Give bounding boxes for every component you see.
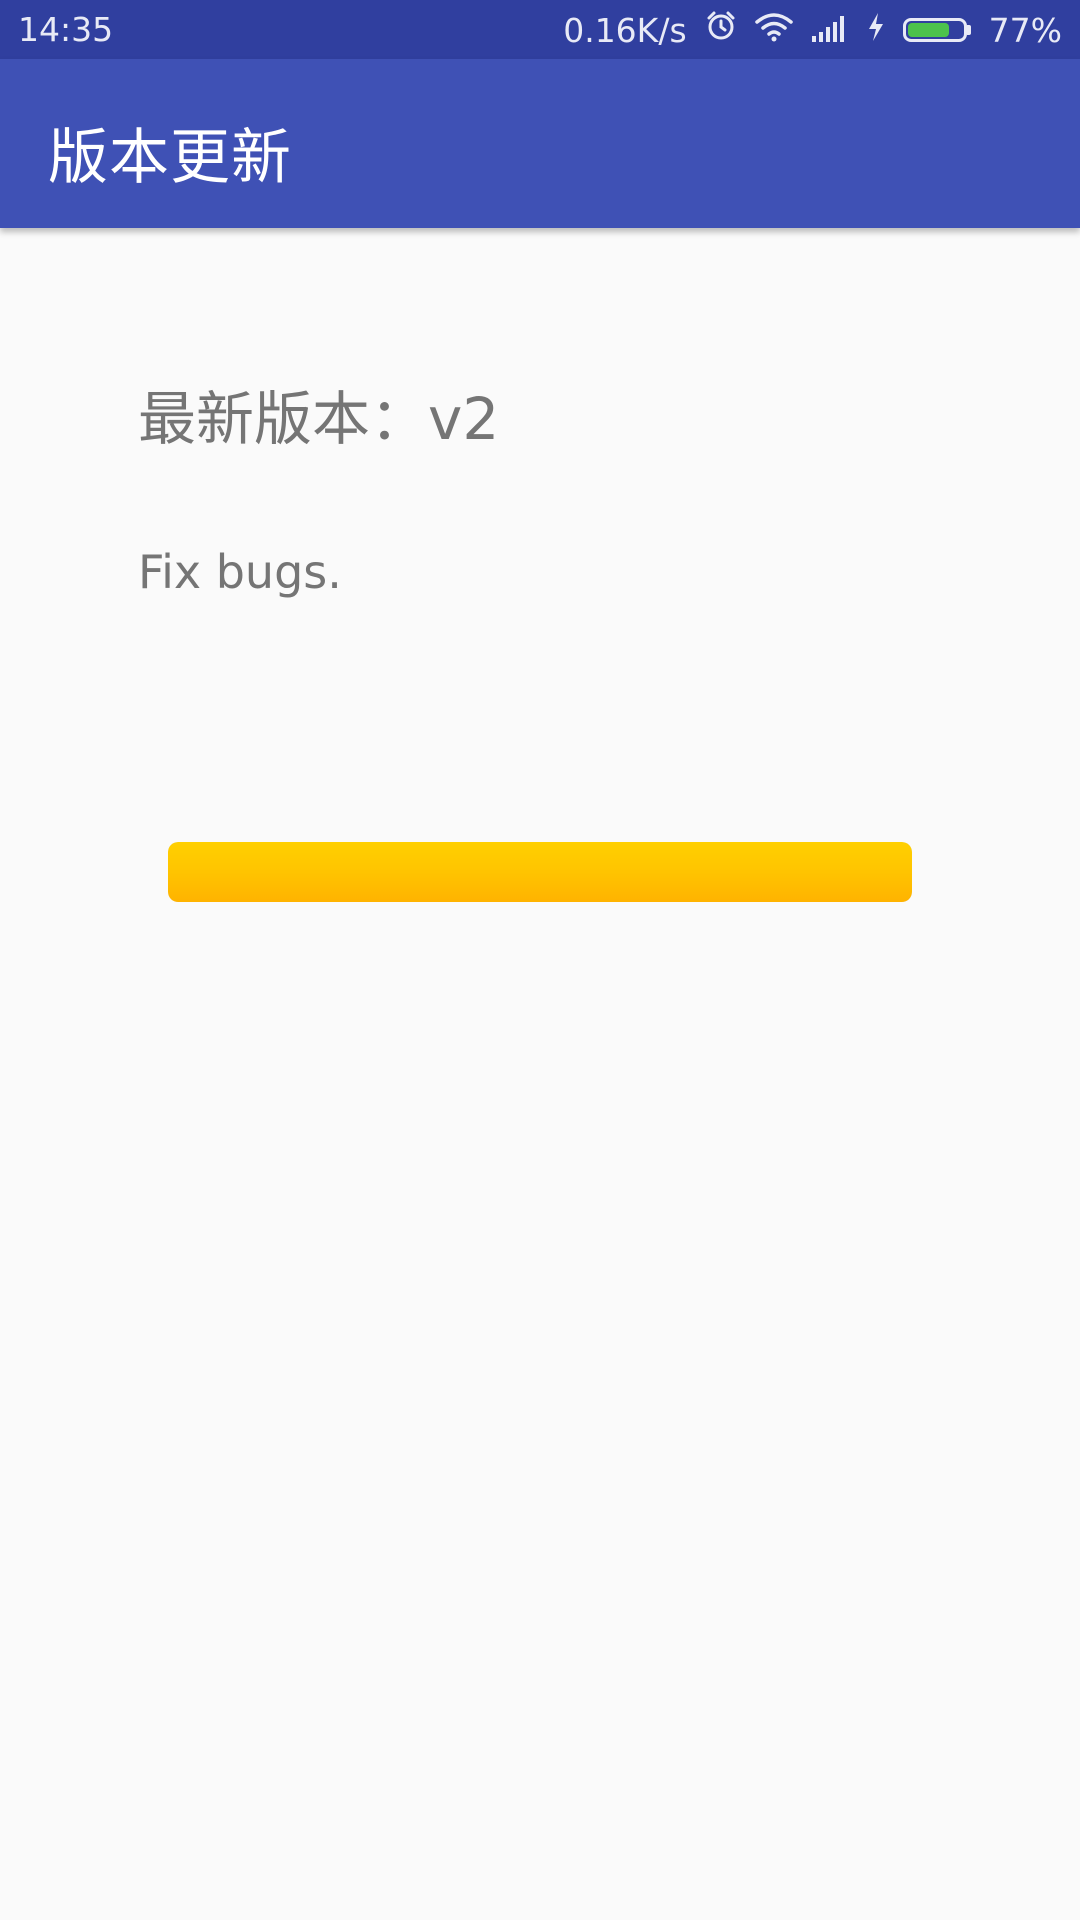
latest-version-label: 最新版本：v2 — [138, 385, 500, 453]
status-bar: 14:35 0.16K/s 77% — [0, 0, 1080, 59]
battery-icon — [902, 18, 971, 42]
network-speed: 0.16K/s — [563, 10, 687, 50]
page-title: 版本更新 — [48, 123, 292, 193]
battery-body — [902, 18, 967, 42]
status-icons: 0.16K/s 77% — [563, 8, 1062, 52]
wifi-icon — [754, 11, 793, 50]
download-progress-bar — [168, 842, 912, 902]
app-bar: 版本更新 — [0, 59, 1080, 228]
status-time: 14:35 — [18, 10, 114, 49]
download-progress-fill — [168, 842, 912, 902]
cell-signal-icon — [811, 11, 849, 50]
charging-icon — [867, 11, 885, 50]
release-notes: Fix bugs. — [138, 545, 342, 599]
battery-fill — [907, 23, 950, 37]
battery-percent: 77% — [988, 10, 1062, 50]
alarm-icon — [705, 10, 737, 50]
battery-tip — [966, 25, 971, 35]
